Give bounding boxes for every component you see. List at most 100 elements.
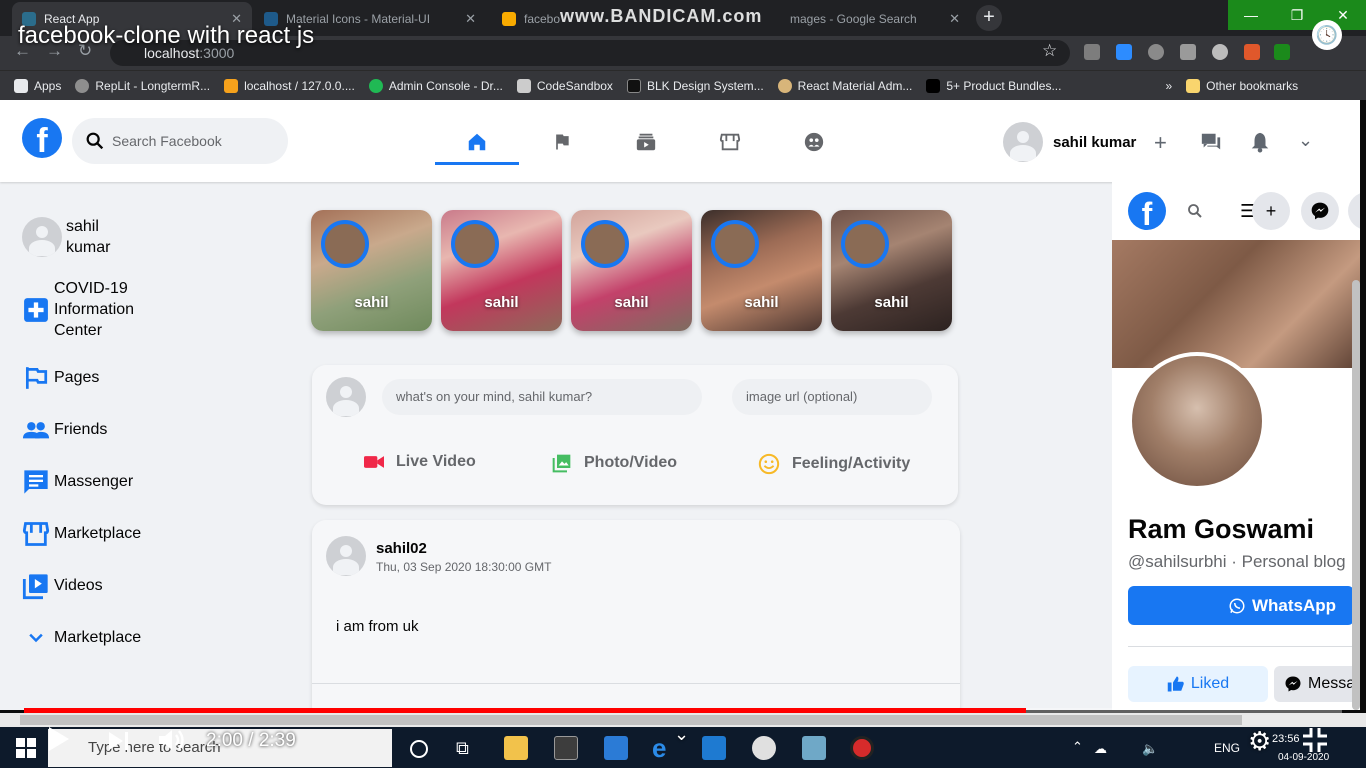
bookmark-codesandbox[interactable]: CodeSandbox [516, 78, 613, 93]
language-indicator[interactable]: ENG [1214, 741, 1240, 755]
onedrive-icon[interactable]: ☁ [1094, 741, 1107, 757]
notepad-icon[interactable] [802, 736, 826, 760]
task-view-icon[interactable]: ⧉ [456, 738, 469, 759]
forum-icon[interactable] [1200, 131, 1222, 159]
sidebar-item-more[interactable]: Marketplace [22, 624, 141, 652]
expand-more-icon[interactable]: ⌄ [1298, 130, 1313, 151]
search-icon[interactable] [1176, 192, 1214, 230]
feeling-activity-button[interactable]: Feeling/Activity [758, 453, 910, 475]
bookmark-label: 5+ Product Bundles... [946, 78, 1062, 93]
user-avatar[interactable] [1003, 122, 1043, 162]
sidebar-item-pages[interactable]: Pages [22, 364, 99, 392]
vscode-icon[interactable] [702, 736, 726, 760]
photo-video-button[interactable]: Photo/Video [552, 453, 677, 473]
sidebar-item-covid[interactable]: COVID-19 Information Center [22, 278, 154, 341]
watch-later-icon[interactable]: 🕓 [1312, 20, 1342, 50]
close-tab-icon[interactable]: ✕ [949, 11, 960, 27]
close-tab-icon[interactable]: ✕ [465, 11, 476, 27]
supervised-user-icon[interactable] [800, 128, 828, 156]
volume-icon[interactable]: 🔈 [1142, 741, 1158, 757]
status-input[interactable]: what's on your mind, sahil kumar? [382, 379, 702, 415]
message-button[interactable]: Messa [1274, 666, 1360, 702]
tray-chevron-icon[interactable]: ⌃ [1072, 739, 1083, 755]
zoom-extension-icon[interactable] [1116, 44, 1132, 60]
messenger-icon[interactable] [1301, 192, 1339, 230]
play-icon[interactable] [48, 726, 70, 759]
more-icon[interactable] [1348, 192, 1360, 230]
next-icon[interactable] [108, 730, 130, 758]
bookmark-apps[interactable]: Apps [14, 78, 61, 93]
home-icon[interactable] [463, 128, 491, 156]
page-scrollbar[interactable] [1352, 280, 1360, 710]
subscriptions-icon[interactable] [632, 128, 660, 156]
storefront-icon[interactable] [716, 128, 744, 156]
restore-icon[interactable]: ❐ [1274, 0, 1320, 30]
bug-extension-icon[interactable] [1148, 44, 1164, 60]
file-explorer-icon[interactable] [504, 736, 528, 760]
clock-time[interactable]: 23:56 [1272, 733, 1300, 745]
composer-avatar [326, 377, 366, 417]
sidebar-item-friends[interactable]: Friends [22, 416, 107, 444]
new-tab-button[interactable]: + [976, 5, 1002, 31]
other-bookmarks[interactable]: Other bookmarks [1186, 78, 1299, 93]
story-card[interactable]: sahil [441, 210, 562, 331]
bookmark-replit[interactable]: RepLit - LongtermR... [75, 78, 210, 93]
bandicam-icon[interactable] [850, 736, 874, 760]
bookmark-localhost[interactable]: localhost / 127.0.0.... [224, 78, 355, 93]
bookmark-label: Other bookmarks [1206, 78, 1299, 93]
chevron-down-icon[interactable]: ⌄ [674, 724, 689, 745]
store-icon[interactable] [554, 736, 578, 760]
windows-start-icon[interactable] [16, 738, 36, 763]
edge-icon[interactable]: e [652, 733, 666, 764]
mail-icon[interactable] [604, 736, 628, 760]
live-video-button[interactable]: Live Video [364, 453, 476, 471]
bookmarks-overflow[interactable]: » [1165, 79, 1172, 93]
cortana-icon[interactable] [410, 740, 428, 758]
image-url-input[interactable]: image url (optional) [732, 379, 932, 415]
header-user-name[interactable]: sahil kumar [1053, 134, 1136, 151]
bookmark-admin-console[interactable]: Admin Console - Dr... [368, 78, 503, 93]
extension-icon[interactable] [1084, 44, 1100, 60]
feeling-activity-label: Feeling/Activity [792, 455, 911, 472]
add-icon[interactable]: + [1252, 192, 1290, 230]
bookmark-star-icon[interactable]: ☆ [1042, 41, 1057, 61]
sidebar-item-videos[interactable]: Videos [22, 572, 103, 600]
page-name[interactable]: Ram Goswami [1128, 514, 1314, 545]
story-card[interactable]: sahil [311, 210, 432, 331]
post-username[interactable]: sahil02 [376, 540, 427, 557]
sidebar-item-profile[interactable]: sahil kumar [22, 216, 126, 258]
react-material-icon [777, 78, 792, 93]
story-card[interactable]: sahil [831, 210, 952, 331]
horizontal-scrollbar-thumb[interactable] [20, 715, 1242, 725]
liked-button[interactable]: Liked [1128, 666, 1268, 702]
search-input[interactable]: Search Facebook [112, 133, 222, 149]
story-card[interactable]: sahil [701, 210, 822, 331]
camera-extension-icon[interactable] [1180, 44, 1196, 60]
circle-extension-icon[interactable] [1212, 44, 1228, 60]
profile-picture[interactable] [1128, 352, 1266, 490]
browser-tab-facebook[interactable]: facebo [492, 2, 562, 36]
volume-icon[interactable] [158, 728, 186, 759]
sidebar-item-massenger[interactable]: Massenger [22, 468, 133, 496]
add-icon[interactable]: + [1154, 130, 1167, 156]
fullscreen-exit-icon[interactable] [1302, 727, 1328, 760]
settings-gear-icon[interactable]: ⚙ [1248, 726, 1271, 757]
facebook-logo-icon[interactable]: f [22, 118, 62, 160]
minimize-icon[interactable]: — [1228, 0, 1274, 30]
bookmark-bundles[interactable]: 5+ Product Bundles... [926, 78, 1062, 93]
notifications-icon[interactable] [1250, 131, 1270, 159]
bookmark-blk[interactable]: BLK Design System... [626, 78, 764, 93]
flag-icon[interactable] [548, 128, 576, 156]
sidebar-item-marketplace[interactable]: Marketplace [22, 520, 141, 548]
whatsapp-button[interactable]: WhatsApp [1128, 586, 1354, 625]
chrome-icon[interactable] [752, 736, 776, 760]
story-card[interactable]: sahil [571, 210, 692, 331]
percent-extension-icon[interactable] [1244, 44, 1260, 60]
bookmark-react-material[interactable]: React Material Adm... [777, 78, 912, 93]
puzzle-extension-icon[interactable] [1274, 44, 1290, 60]
facebook-logo-icon[interactable]: f [1128, 192, 1166, 232]
expand-more-icon [22, 624, 50, 652]
insert-emoticon-icon [758, 453, 780, 475]
search-bar[interactable]: Search Facebook [72, 118, 288, 164]
browser-tab-google-images[interactable]: mages - Google Search ✕ [780, 2, 970, 36]
